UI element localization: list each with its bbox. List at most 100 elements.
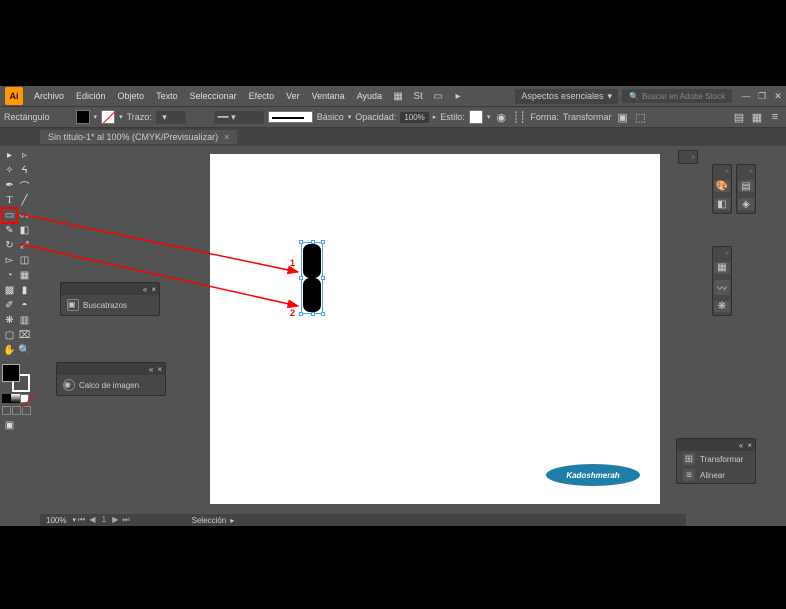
- menu-ver[interactable]: Ver: [280, 91, 306, 101]
- arrange-icon[interactable]: ▭: [431, 89, 445, 103]
- draw-behind-icon[interactable]: [12, 406, 21, 415]
- draw-inside-icon[interactable]: [22, 406, 31, 415]
- dock-props[interactable]: » ▤ ◈: [736, 164, 756, 214]
- isolate-icon[interactable]: ▣: [616, 110, 630, 124]
- perspective-tool[interactable]: ▦: [17, 268, 32, 283]
- stroke-swatch[interactable]: [101, 110, 115, 124]
- close-panel-icon[interactable]: ×: [157, 365, 162, 374]
- restore-button[interactable]: ❐: [754, 91, 770, 102]
- workspace-dropdown[interactable]: Aspectos esenciales ▾: [515, 89, 618, 104]
- shaper-tool[interactable]: ✎: [2, 223, 17, 238]
- align-icon[interactable]: ┊┊: [512, 110, 526, 124]
- image-trace-icon[interactable]: ◉: [63, 379, 75, 391]
- align-panel-icon[interactable]: ≡: [683, 469, 695, 481]
- menu-ayuda[interactable]: Ayuda: [351, 91, 388, 101]
- color-guide-icon[interactable]: ◧: [714, 198, 730, 210]
- graph-tool[interactable]: ▥: [17, 313, 32, 328]
- eraser-tool[interactable]: ◧: [17, 223, 32, 238]
- symbols-icon[interactable]: ❋: [714, 301, 730, 313]
- panel-icon2[interactable]: ▦: [750, 110, 764, 124]
- fill-swatch[interactable]: [76, 110, 90, 124]
- gpu-icon[interactable]: ▸: [451, 89, 465, 103]
- collapse-icon[interactable]: «: [739, 441, 743, 450]
- none-color-icon[interactable]: [20, 394, 29, 403]
- type-tool[interactable]: T: [2, 193, 17, 208]
- shape-builder-tool[interactable]: ◔: [2, 268, 17, 283]
- width-tool[interactable]: ▻: [2, 253, 17, 268]
- menu-edicion[interactable]: Edición: [70, 91, 112, 101]
- scale-tool[interactable]: ⤢: [17, 238, 32, 253]
- shape-btn[interactable]: Forma:: [530, 112, 559, 122]
- line-tool[interactable]: ╱: [17, 193, 32, 208]
- rectangle-tool[interactable]: ▭: [2, 208, 17, 223]
- document-tab[interactable]: Sin título-1* al 100% (CMYK/Previsualiza…: [40, 130, 237, 144]
- image-trace-panel[interactable]: «× ◉ Calco de imagen: [56, 362, 166, 396]
- artboard-nav[interactable]: ⏮◀ 1 ▶⏭: [76, 515, 132, 525]
- close-panel-icon[interactable]: ×: [747, 441, 752, 450]
- artboard-tool[interactable]: ▢: [2, 328, 17, 343]
- style-swatch[interactable]: [469, 110, 483, 124]
- magic-wand-tool[interactable]: ✧: [2, 163, 17, 178]
- brush-def[interactable]: [268, 111, 313, 123]
- menu-ventana[interactable]: Ventana: [306, 91, 351, 101]
- pathfinder-icon[interactable]: ▣: [67, 299, 79, 311]
- zoom-tool[interactable]: 🔍: [17, 343, 32, 358]
- color-panel-icon[interactable]: 🎨: [714, 180, 730, 192]
- stock-icon[interactable]: St: [411, 89, 425, 103]
- gradient-tool[interactable]: ▮: [17, 283, 32, 298]
- fill-indicator[interactable]: [2, 364, 20, 382]
- free-transform-tool[interactable]: ◫: [17, 253, 32, 268]
- dock-color[interactable]: » 🎨 ◧: [712, 164, 732, 214]
- menu-archivo[interactable]: Archivo: [28, 91, 70, 101]
- symbol-sprayer-tool[interactable]: ❋: [2, 313, 17, 328]
- mesh-tool[interactable]: ▩: [2, 283, 17, 298]
- selection-tool[interactable]: ▸: [2, 148, 17, 163]
- opacity-value[interactable]: 100%: [400, 112, 428, 123]
- transform-align-panel[interactable]: «× ⊞ Transformar ≡ Alinear: [676, 438, 756, 484]
- eyedropper-tool[interactable]: ✐: [2, 298, 17, 313]
- var-width[interactable]: ━━ ▾: [214, 111, 264, 124]
- menu-objeto[interactable]: Objeto: [112, 91, 151, 101]
- close-button[interactable]: ✕: [770, 91, 786, 102]
- menu-seleccionar[interactable]: Seleccionar: [184, 91, 243, 101]
- zoom-level[interactable]: 100%: [40, 516, 72, 525]
- close-tab-icon[interactable]: ×: [224, 132, 229, 142]
- dock-libraries[interactable]: »: [678, 150, 698, 164]
- paintbrush-tool[interactable]: 〰: [17, 208, 32, 223]
- minimize-button[interactable]: —: [738, 91, 754, 101]
- pen-tool[interactable]: ✒: [2, 178, 17, 193]
- layers-icon[interactable]: ◈: [738, 198, 754, 210]
- fill-stroke-control[interactable]: [2, 364, 30, 392]
- collapse-icon[interactable]: «: [143, 285, 147, 294]
- recolor-icon[interactable]: ◉: [494, 110, 508, 124]
- swatches-icon[interactable]: ▦: [714, 262, 730, 274]
- panel-menu-icon[interactable]: ≡: [768, 110, 782, 124]
- artboard[interactable]: Kadoshmerah: [210, 154, 660, 504]
- stroke-weight[interactable]: ▾: [156, 111, 186, 124]
- pathfinder-panel[interactable]: «× ▣ Buscatrazos: [60, 282, 160, 316]
- draw-normal-icon[interactable]: [2, 406, 11, 415]
- blend-tool[interactable]: ◓: [17, 298, 32, 313]
- brushes-icon[interactable]: 〰: [714, 280, 730, 295]
- gradient-icon[interactable]: [11, 394, 20, 403]
- transform-btn[interactable]: Transformar: [563, 112, 612, 122]
- transform-icon[interactable]: ⊞: [683, 453, 695, 465]
- direct-selection-tool[interactable]: ▹: [17, 148, 32, 163]
- pin-icon[interactable]: ⬚: [634, 110, 648, 124]
- solid-color-icon[interactable]: [2, 394, 11, 403]
- screen-mode-icon[interactable]: ▣: [2, 418, 17, 433]
- search-input[interactable]: 🔍 Buscar en Adobe Stock: [622, 89, 732, 103]
- rotate-tool[interactable]: ↻: [2, 238, 17, 253]
- bridge-icon[interactable]: ▦: [391, 89, 405, 103]
- properties-icon[interactable]: ▤: [738, 180, 754, 192]
- menu-efecto[interactable]: Efecto: [243, 91, 281, 101]
- close-panel-icon[interactable]: ×: [151, 285, 156, 294]
- dock-swatches[interactable]: » ▦ 〰 ❋: [712, 246, 732, 316]
- panel-icon[interactable]: ▤: [732, 110, 746, 124]
- slice-tool[interactable]: ⌧: [17, 328, 32, 343]
- menu-texto[interactable]: Texto: [150, 91, 184, 101]
- lasso-tool[interactable]: ᔦ: [17, 163, 32, 178]
- collapse-icon[interactable]: «: [149, 365, 153, 374]
- curvature-tool[interactable]: ⌒: [17, 178, 32, 193]
- hand-tool[interactable]: ✋: [2, 343, 17, 358]
